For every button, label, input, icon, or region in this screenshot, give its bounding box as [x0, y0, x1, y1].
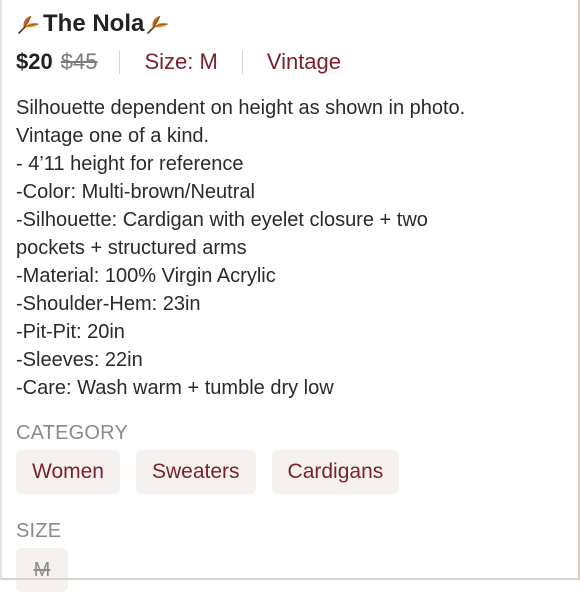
- category-chip-sweaters[interactable]: Sweaters: [135, 450, 256, 494]
- listing-title: The Nola: [43, 10, 145, 37]
- category-heading: CATEGORY: [16, 422, 128, 444]
- price-row: $20 $45 Size: M Vintage: [16, 44, 564, 80]
- category-chip-cardigans[interactable]: Cardigans: [271, 450, 400, 494]
- listing-description: Silhouette dependent on height as shown …: [16, 97, 466, 399]
- size-chip[interactable]: M: [16, 548, 68, 592]
- brand-link[interactable]: Vintage: [267, 49, 341, 75]
- size-heading: SIZE: [16, 520, 62, 542]
- category-chip-women[interactable]: Women: [16, 450, 120, 494]
- maple-leaf-icon: [145, 12, 171, 36]
- divider: [119, 50, 121, 74]
- divider: [241, 50, 243, 74]
- current-price: $20: [16, 49, 53, 74]
- maple-leaf-icon: [16, 12, 42, 36]
- category-chips: Women Sweaters Cardigans: [16, 450, 564, 494]
- listing-details: The Nola $20 $45 Size: M Vintage Silhoue…: [0, 0, 580, 592]
- size-link[interactable]: Size: M: [144, 49, 217, 75]
- listing-title-row: The Nola: [16, 6, 564, 42]
- original-price: $45: [60, 49, 98, 74]
